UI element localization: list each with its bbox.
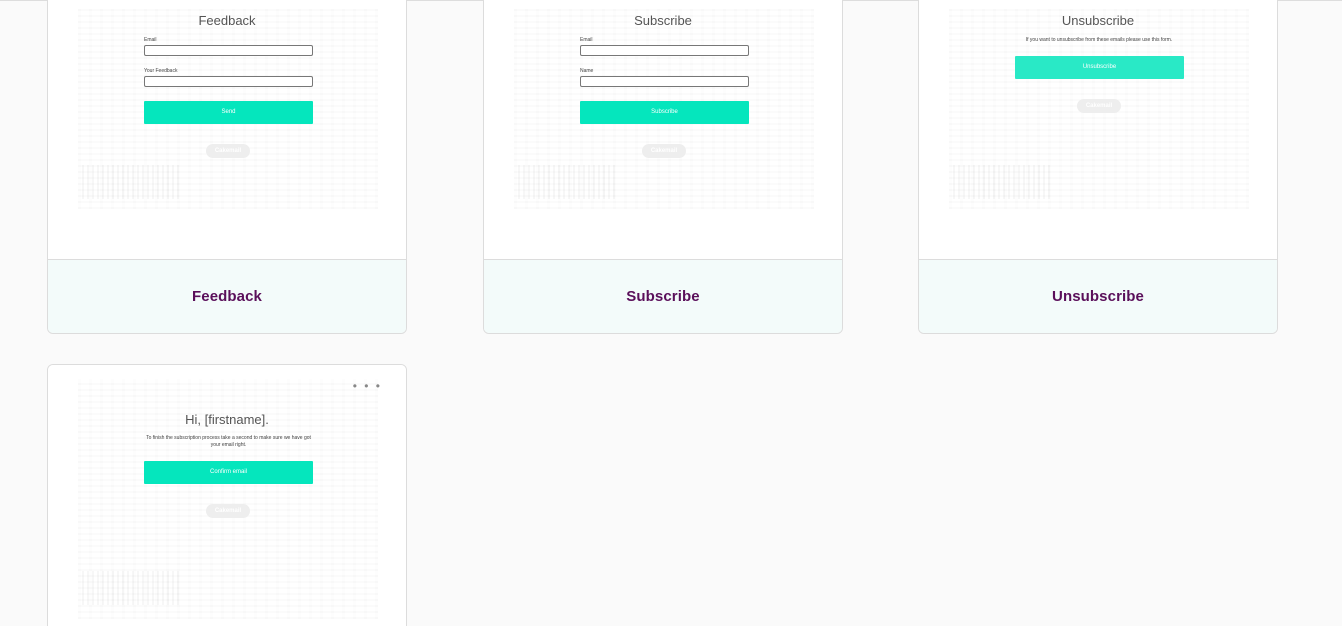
preview-title: Subscribe <box>634 13 692 28</box>
preview-note: If you want to unsubscribe from these em… <box>1025 37 1173 43</box>
feedback-template-preview[interactable]: Feedback Email Your Feedback Send Cakema… <box>48 0 406 261</box>
preview-feedback-input <box>144 76 313 87</box>
confirm-email-template-card[interactable]: Hi, [firstname]. To finish the subscript… <box>47 364 407 626</box>
preview-email-label: Email <box>580 37 593 43</box>
preview-texture-block <box>82 571 182 605</box>
subscribe-card-footer[interactable]: Subscribe <box>484 259 842 333</box>
unsubscribe-card-footer[interactable]: Unsubscribe <box>919 259 1277 333</box>
preview-subscribe-button: Subscribe <box>580 101 749 124</box>
feedback-card-title: Feedback <box>192 288 262 305</box>
preview-cakemail-badge: Cakemail <box>642 144 686 158</box>
subscribe-template-card[interactable]: Subscribe Email Name Subscribe Cakemail … <box>483 0 843 334</box>
preview-confirm-button: Confirm email <box>144 461 313 484</box>
feedback-template-card[interactable]: Feedback Email Your Feedback Send Cakema… <box>47 0 407 334</box>
preview-texture-block <box>953 165 1053 199</box>
preview-texture-block <box>82 165 182 199</box>
subscribe-card-title: Subscribe <box>626 288 700 305</box>
preview-cakemail-badge: Cakemail <box>206 144 250 158</box>
preview-unsubscribe-button: Unsubscribe <box>1015 56 1184 79</box>
unsubscribe-template-card[interactable]: Unsubscribe If you want to unsubscribe f… <box>918 0 1278 334</box>
preview-name-input <box>580 76 749 87</box>
preview-texture-block <box>518 165 618 199</box>
unsubscribe-template-preview[interactable]: Unsubscribe If you want to unsubscribe f… <box>919 0 1277 261</box>
preview-title: Hi, [firstname]. <box>185 412 269 427</box>
feedback-card-footer[interactable]: Feedback <box>48 259 406 333</box>
preview-title: Feedback <box>198 13 256 28</box>
preview-name-label: Name <box>580 68 594 74</box>
preview-email-input <box>144 45 313 56</box>
template-gallery: Feedback Email Your Feedback Send Cakema… <box>0 0 1342 626</box>
preview-email-label: Email <box>144 37 157 43</box>
preview-cakemail-badge: Cakemail <box>1077 99 1121 113</box>
preview-note: To finish the subscription process take … <box>146 435 311 448</box>
unsubscribe-card-title: Unsubscribe <box>1052 288 1144 305</box>
more-horizontal-icon[interactable]: • • • <box>353 379 382 393</box>
preview-title: Unsubscribe <box>1061 13 1135 28</box>
preview-feedback-label: Your Feedback <box>144 68 178 74</box>
preview-send-button: Send <box>144 101 313 124</box>
preview-email-input <box>580 45 749 56</box>
subscribe-template-preview[interactable]: Subscribe Email Name Subscribe Cakemail <box>484 0 842 261</box>
confirm-email-template-preview[interactable]: Hi, [firstname]. To finish the subscript… <box>48 365 406 626</box>
preview-cakemail-badge: Cakemail <box>206 504 250 518</box>
